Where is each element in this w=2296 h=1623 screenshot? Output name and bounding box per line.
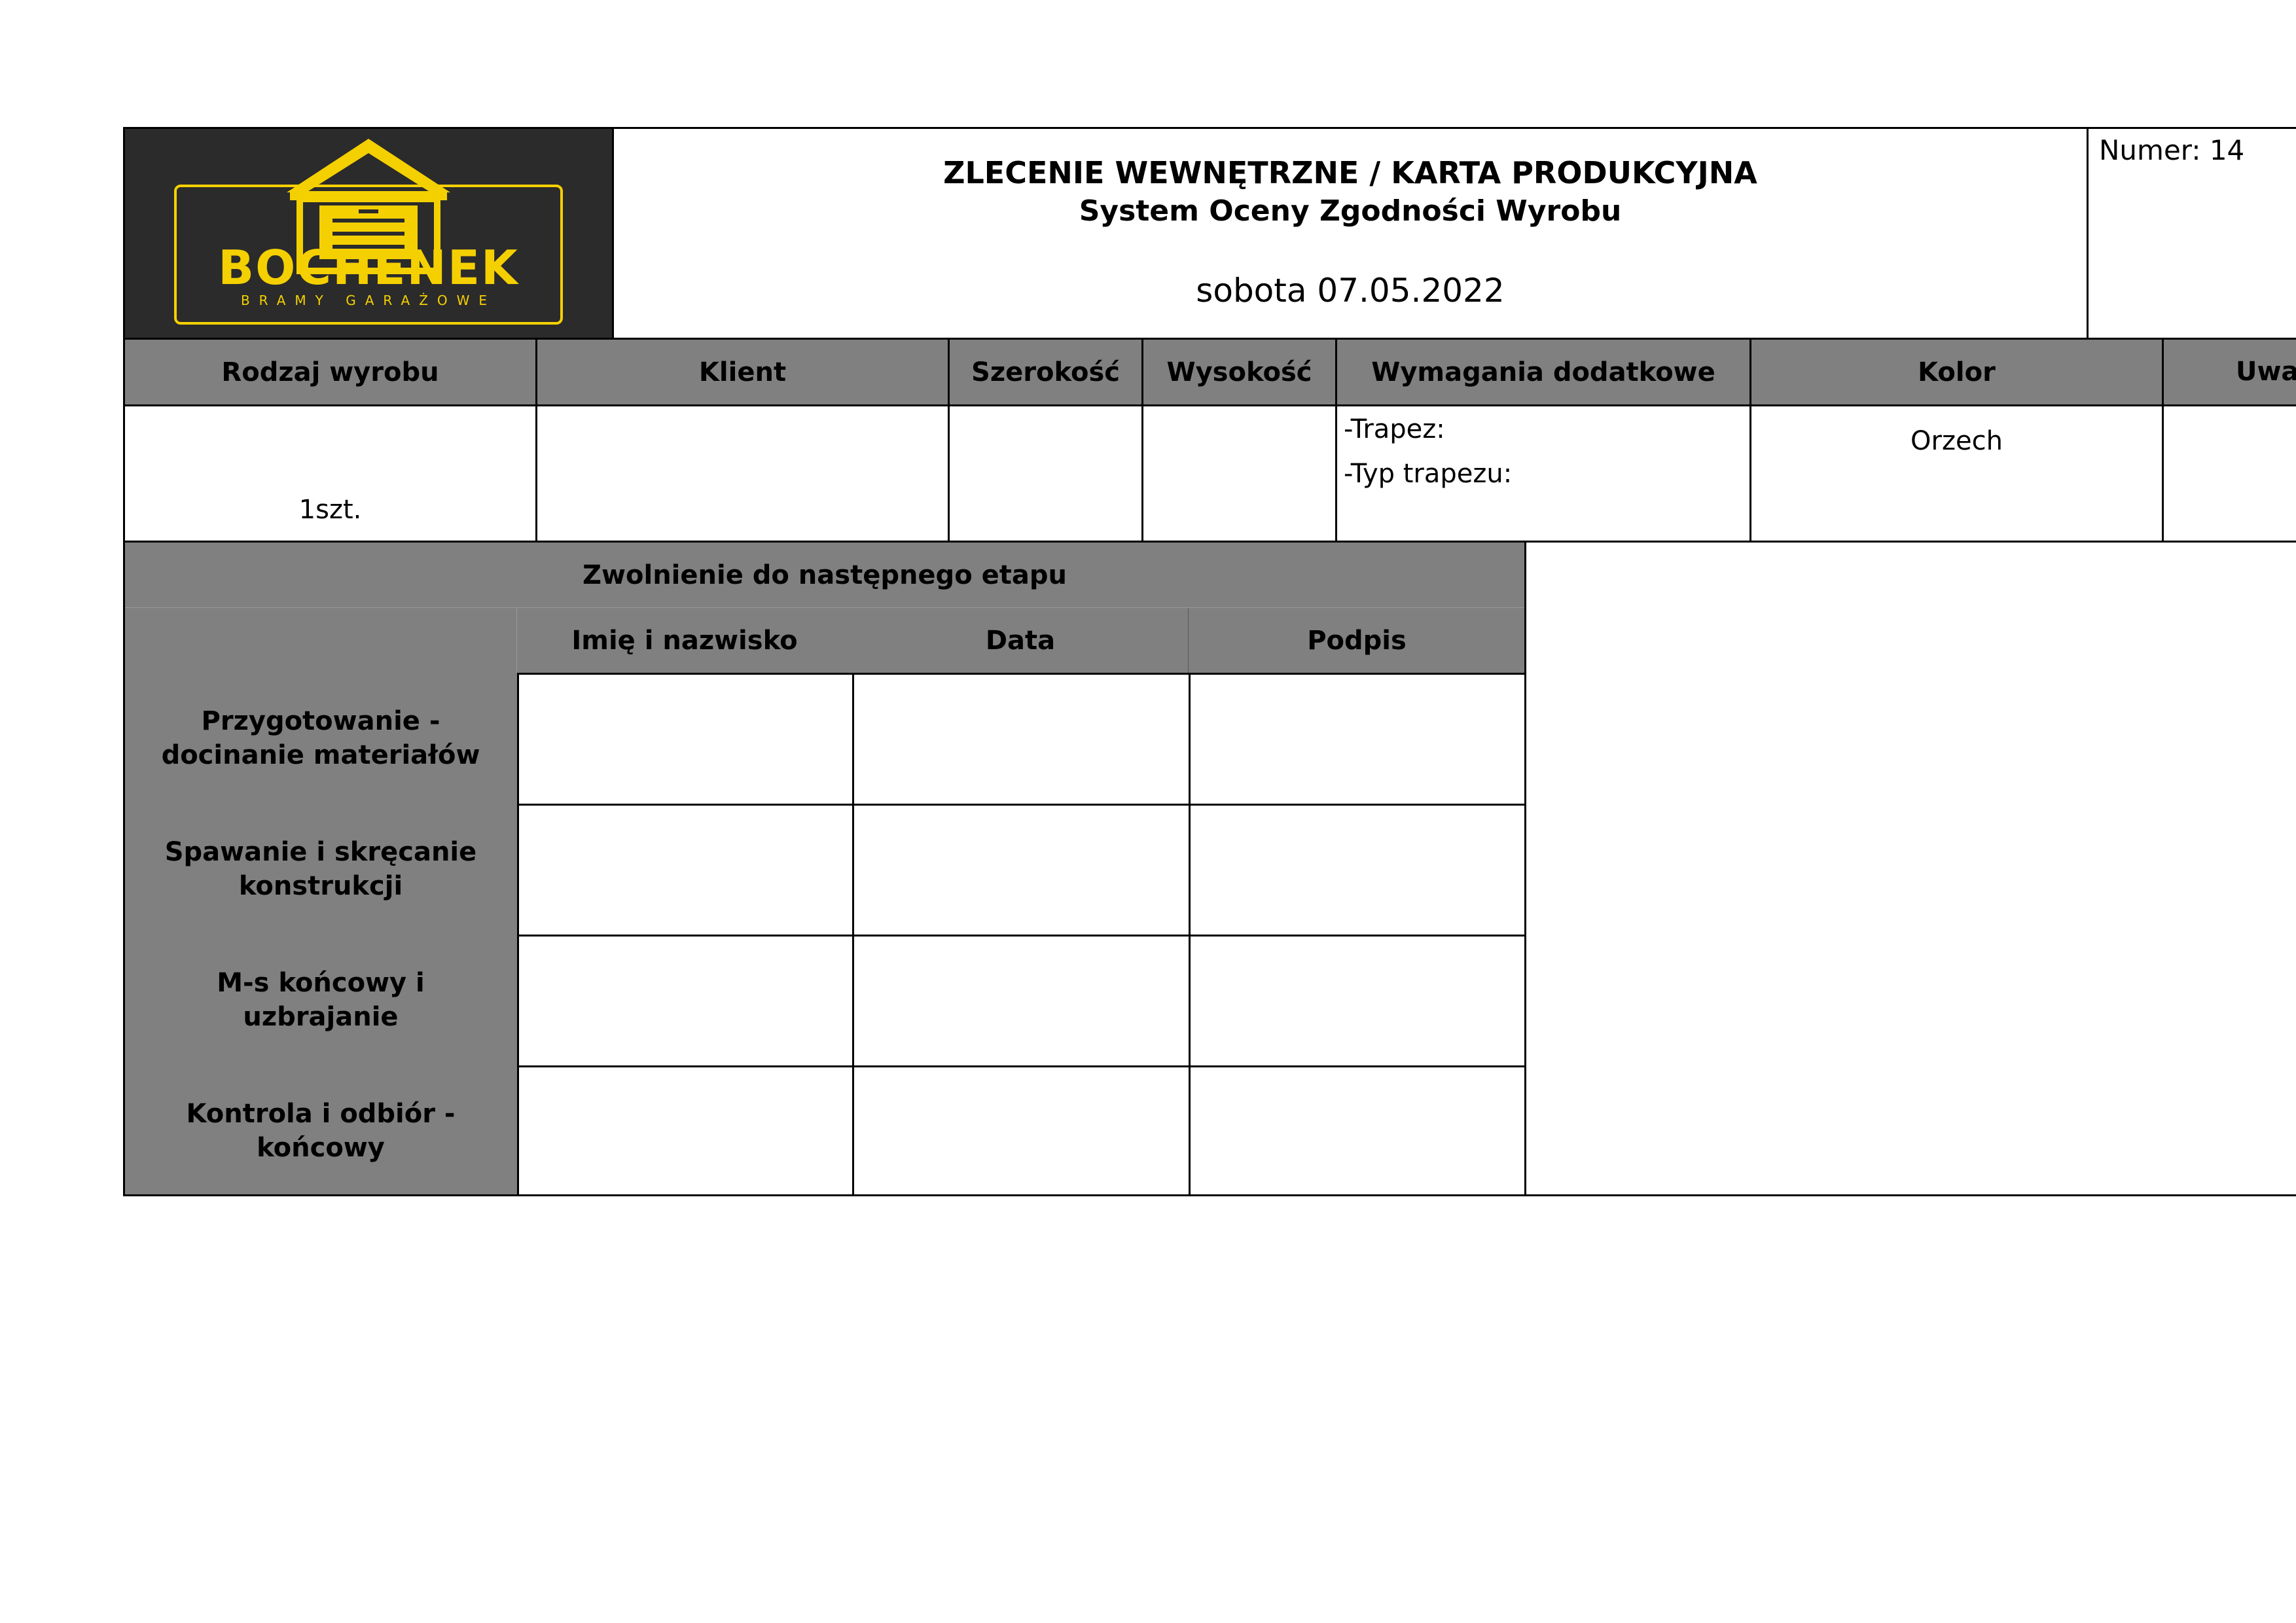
stage-label: Kontrola i odbiór - końcowy	[186, 1099, 456, 1163]
cell-wysokosc[interactable]	[1141, 404, 1337, 543]
cell-rodzaj-value: 1szt.	[298, 495, 362, 525]
logo-brand: BOCHENEK	[218, 240, 519, 295]
kolor-value: Orzech	[1910, 426, 2003, 456]
cell-kolor[interactable]: Orzech	[1749, 404, 2164, 543]
release-header-separator	[1188, 608, 1189, 673]
col-kolor: Kolor	[1749, 338, 2164, 406]
signature-input-cell[interactable]	[1189, 673, 1526, 806]
name-input-cell[interactable]	[517, 1065, 854, 1196]
release-col-signature: Podpis	[1307, 626, 1407, 656]
title-panel: ZLECENIE WEWNĘTRZNE / KARTA PRODUKCYJNA …	[612, 127, 2089, 340]
logo-panel: BOCHENEK BRAMY GARAŻOWE	[123, 127, 614, 340]
stage-label: Przygotowanie - docinanie materiałów	[161, 706, 480, 770]
stage-label: M-s końcowy i uzbrajanie	[217, 968, 425, 1032]
signature-input-cell[interactable]	[1189, 1065, 1526, 1196]
wymagania-typ-trapezu: -Typ trapezu:	[1344, 459, 1513, 489]
col-wysokosc: Wysokość	[1141, 338, 1337, 406]
cell-klient[interactable]	[535, 404, 950, 543]
date-input-cell[interactable]	[852, 935, 1191, 1067]
page-subtitle: System Oceny Zgodności Wyrobu	[1079, 194, 1622, 228]
release-header-separator	[516, 608, 517, 673]
col-rodzaj: Rodzaj wyrobu	[123, 338, 537, 406]
col-klient: Klient	[535, 338, 950, 406]
release-col-name: Imię i nazwisko	[571, 626, 798, 656]
page-title: ZLECENIE WEWNĘTRZNE / KARTA PRODUKCYJNA	[943, 155, 1757, 190]
col-szerokosc: Szerokość	[948, 338, 1143, 406]
name-input-cell[interactable]	[517, 935, 854, 1067]
date-input-cell[interactable]	[852, 804, 1191, 936]
cell-uwagi[interactable]	[2162, 404, 2296, 543]
logo-tagline: BRAMY GARAŻOWE	[240, 293, 497, 308]
release-title: Zwolnienie do następnego etapu	[583, 560, 1067, 590]
number-panel: Numer: 14	[2087, 127, 2296, 340]
order-date: sobota 07.05.2022	[1196, 272, 1505, 310]
signature-input-cell[interactable]	[1189, 804, 1526, 936]
signature-input-cell[interactable]	[1189, 935, 1526, 1067]
order-number: Numer: 14	[2099, 134, 2245, 166]
right-area-bottom-border	[1524, 1194, 2296, 1196]
cell-szerokosc[interactable]	[948, 404, 1143, 543]
col-wymagania: Wymagania dodatkowe	[1335, 338, 1751, 406]
name-input-cell[interactable]	[517, 804, 854, 936]
col-uwagi: Uwa	[2162, 338, 2296, 406]
cell-rodzaj[interactable]: 1szt.	[123, 404, 537, 543]
release-col-date: Data	[985, 626, 1056, 656]
cell-wymagania[interactable]: -Trapez: -Typ trapezu:	[1335, 404, 1751, 543]
wymagania-trapez: -Trapez:	[1344, 414, 1445, 444]
name-input-cell[interactable]	[517, 673, 854, 806]
date-input-cell[interactable]	[852, 1065, 1191, 1196]
release-header-separator	[125, 607, 1524, 608]
date-input-cell[interactable]	[852, 673, 1191, 806]
stage-label: Spawanie i skręcanie konstrukcji	[164, 837, 477, 901]
